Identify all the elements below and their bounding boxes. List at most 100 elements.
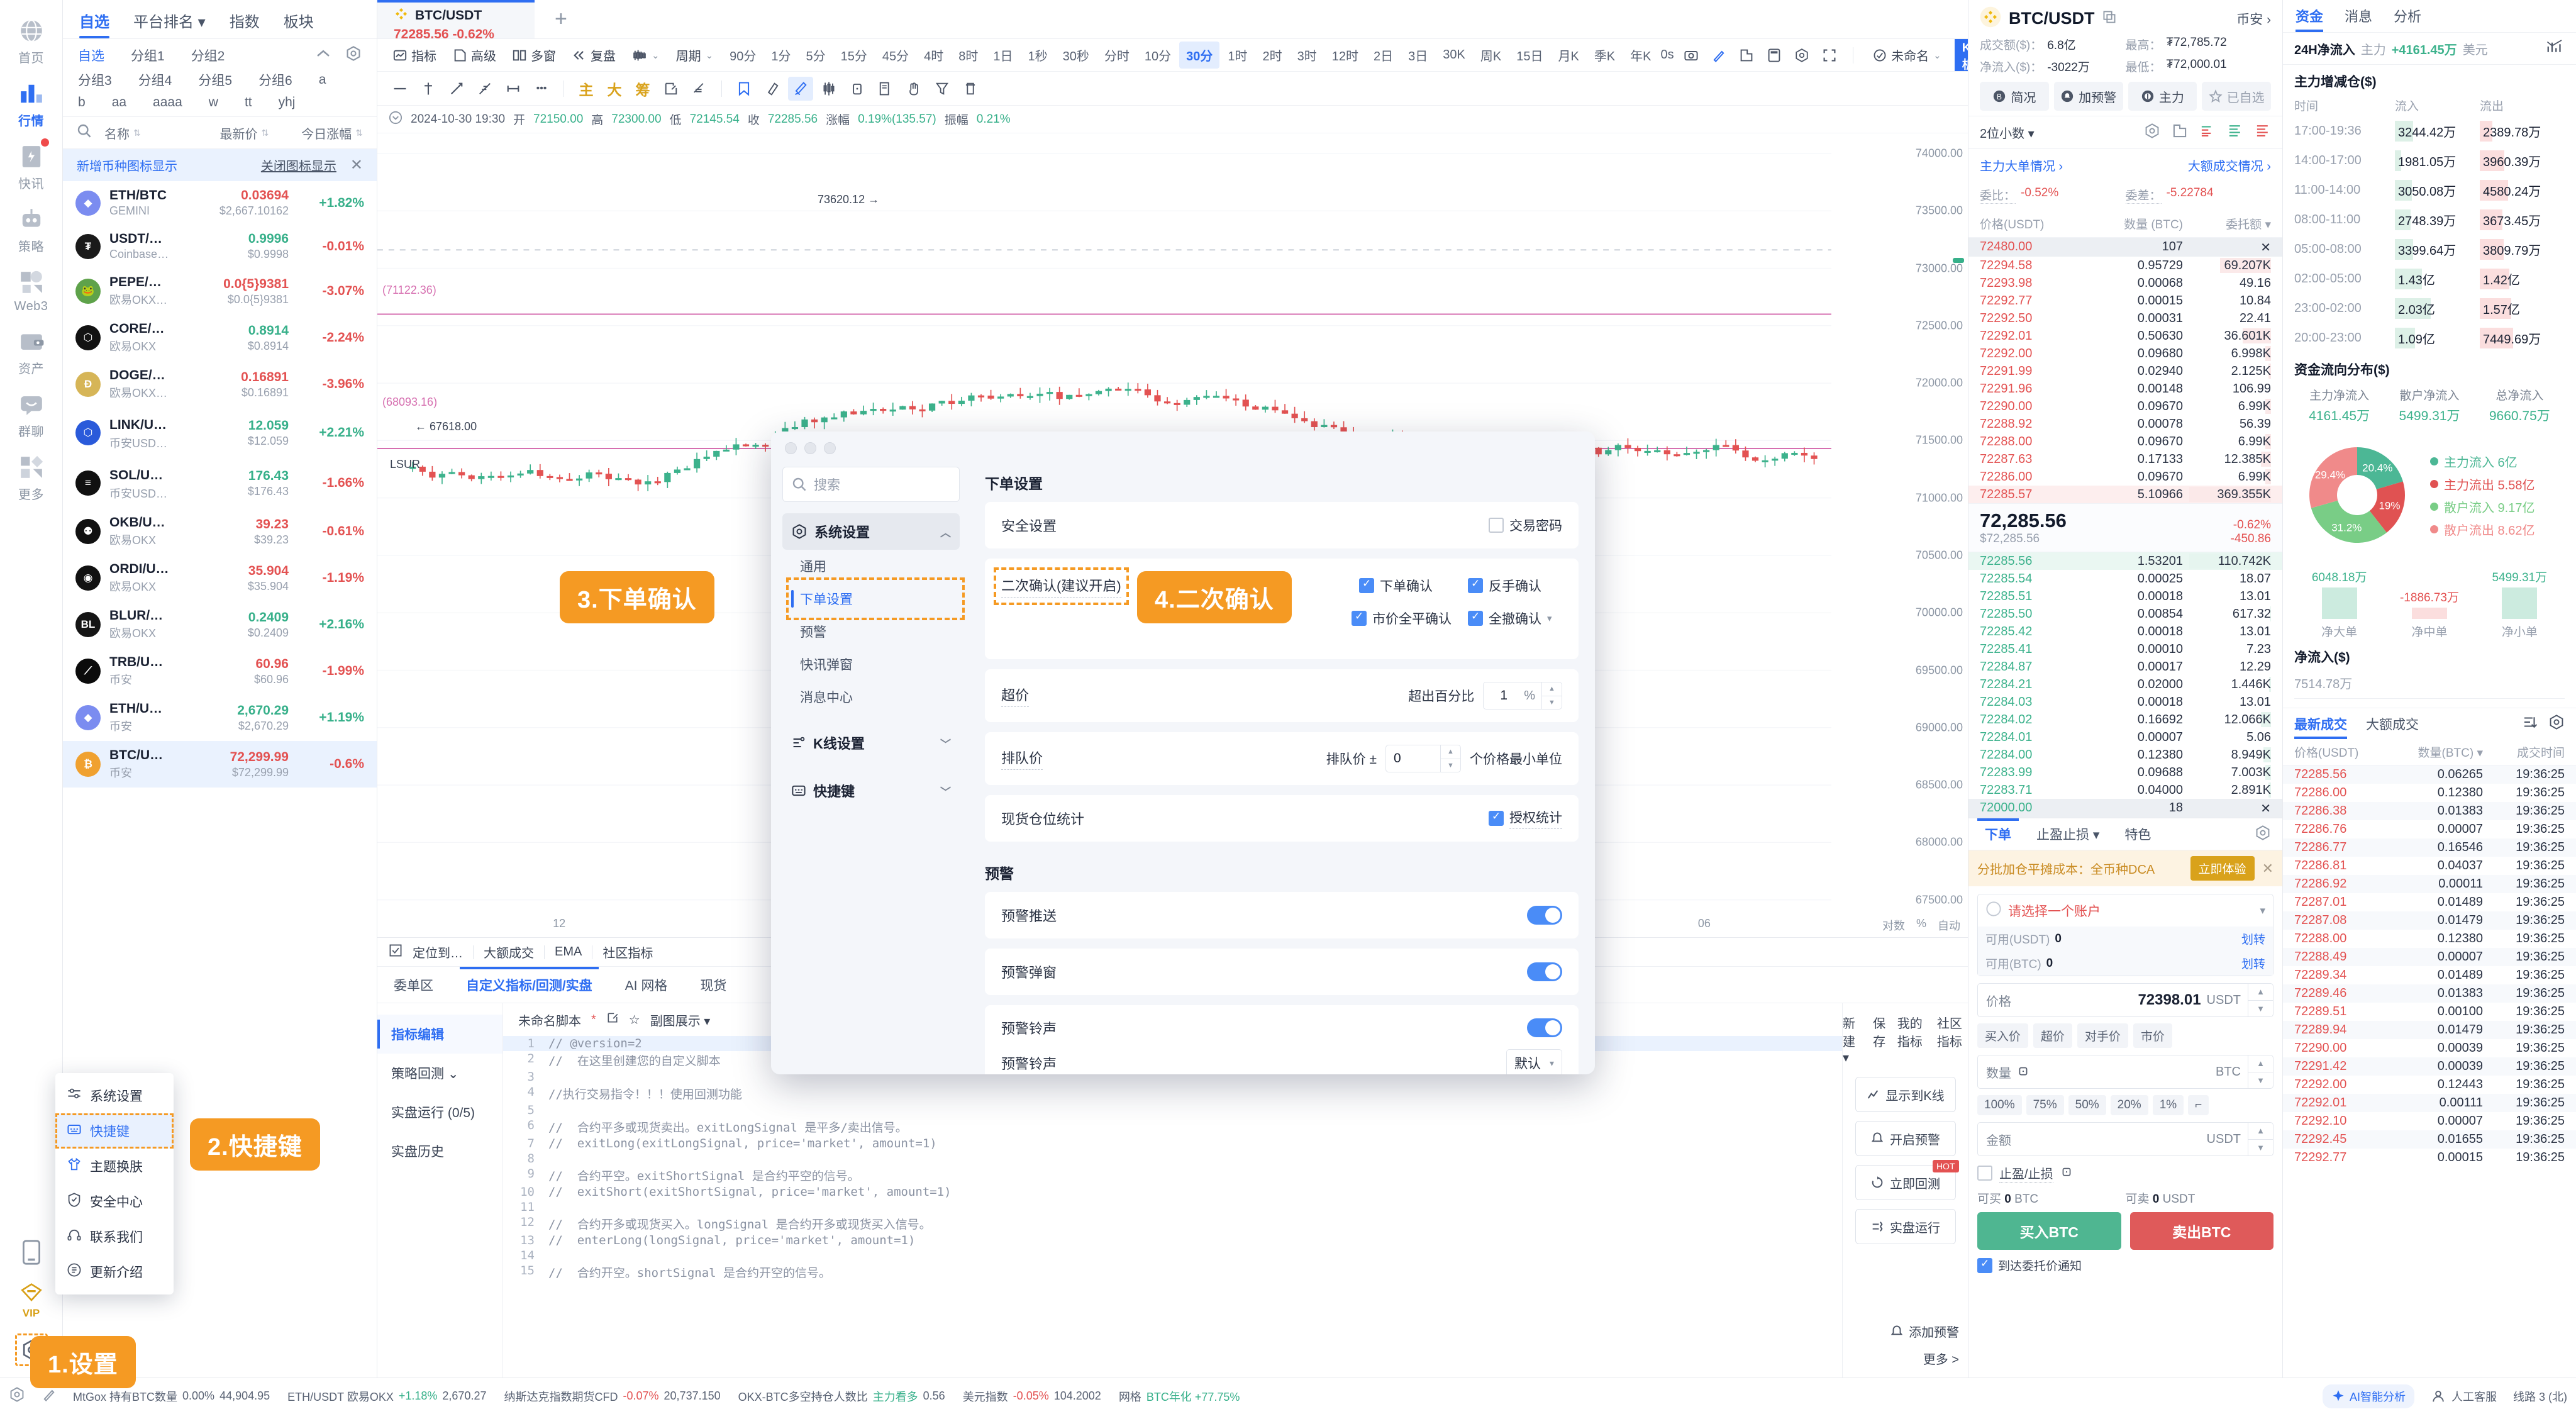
col-name[interactable]: 名称 (104, 124, 130, 142)
window-maximize-icon[interactable] (824, 442, 836, 454)
close-icon[interactable]: ✕ (350, 156, 363, 174)
timeframe-周K[interactable]: 周K (1474, 42, 1508, 69)
support-button[interactable]: 人工客服 (2431, 1388, 2497, 1405)
orderbook-row[interactable]: 72292.00 0.09680 6.998K (1968, 345, 2282, 362)
watchlist-tab-2[interactable]: 指数 (230, 9, 260, 38)
alert-popup-toggle[interactable] (1527, 962, 1562, 981)
bottom-tab-3[interactable]: 现货 (684, 967, 743, 1003)
watchlist-row[interactable]: ≡ SOL/USDT永续 币安USDT永续 176.43 $176.43 -1.… (63, 458, 377, 508)
orderbook-btn-1[interactable]: 加预警 (2053, 82, 2123, 111)
replay-button[interactable]: 复盘 (565, 42, 623, 68)
modal-subitem-3[interactable]: 快讯弹窗 (791, 648, 960, 681)
rail-item-5[interactable]: 资产 (0, 320, 63, 382)
orderbook-exchange[interactable]: 币安 › (2236, 9, 2271, 28)
trade-password-checkbox[interactable]: 交易密码 (1489, 516, 1562, 535)
overprice-input[interactable]: 1 % ▲ ▼ (1483, 682, 1562, 710)
script-btn-0[interactable]: 新建 ▾ (1843, 1013, 1864, 1066)
rail-item-7[interactable]: 更多 (0, 445, 63, 508)
price-chip-2[interactable]: 对手价 (2077, 1023, 2129, 1048)
timeframe-45分[interactable]: 45分 (875, 42, 916, 69)
promo-button[interactable]: 立即体验 (2190, 856, 2255, 881)
collapse-icon[interactable] (315, 48, 331, 62)
symbol-tab-btcusdt[interactable]: BTC/USDT 72285.56 -0.62% (377, 0, 535, 42)
price-down-icon[interactable]: ▼ (2248, 999, 2273, 1017)
overprice-up-icon[interactable]: ▲ (1542, 682, 1562, 696)
qty-lock-icon[interactable] (2017, 1064, 2029, 1080)
locate-icon[interactable] (389, 944, 402, 961)
watchlist-group-tt[interactable]: tt (245, 95, 252, 110)
watchlist-row[interactable]: Ð DOGE/USDT… 欧易OKX USD… 0.16891 $0.16891… (63, 361, 377, 408)
modal-subitem-1[interactable]: 下单设置 (786, 577, 965, 620)
order-settings-icon[interactable] (2255, 825, 2279, 844)
notify-row[interactable]: 到达委托价通知 (1977, 1257, 2273, 1274)
rail-item-6[interactable]: 群聊 (0, 382, 63, 445)
bottom-side-item-3[interactable]: 实盘历史 (377, 1132, 502, 1171)
timeframe-90分[interactable]: 90分 (723, 42, 763, 69)
watchlist-tab-0[interactable]: 自选 (79, 9, 109, 38)
tpsl-row[interactable]: 止盈/止损 (1977, 1164, 2273, 1183)
overprice-down-icon[interactable]: ▼ (1542, 695, 1562, 710)
bottom-side-item-2[interactable]: 实盘运行 (0/5) (377, 1093, 502, 1132)
bottom-tab-0[interactable]: 委单区 (377, 967, 450, 1003)
multiwindow-button[interactable]: 多窗 (506, 42, 563, 68)
timeframe-1分[interactable]: 1分 (764, 42, 797, 69)
orderbook-row[interactable]: 72293.98 0.00068 49.16 (1968, 274, 2282, 292)
script-btn-3[interactable]: 社区指标 (1937, 1013, 1968, 1066)
gear-icon[interactable] (1791, 43, 1813, 67)
price-input[interactable]: 价格 72398.01 USDT ▲ ▼ (1977, 983, 2273, 1017)
draw-pen-icon[interactable] (1708, 43, 1729, 67)
orderbook-row[interactable]: 72283.71 0.04000 2.891K (1968, 781, 2282, 799)
timeframe-8时[interactable]: 8时 (952, 42, 985, 69)
status-item-0[interactable]: MtGox 持有BTC数量 0.00% 44,904.95 (73, 1388, 270, 1405)
advanced-button[interactable]: 高级 (446, 42, 503, 68)
indicator-chip-0[interactable]: 定位到… (413, 943, 463, 961)
queue-down-icon[interactable]: ▼ (1441, 758, 1460, 772)
timeframe-1日[interactable]: 1日 (986, 42, 1019, 69)
big-order-icon[interactable]: 大 (602, 77, 627, 101)
decimals-dropdown[interactable]: 2位小数 ▾ (1980, 123, 2035, 142)
orderbook-row[interactable]: 72288.00 0.09670 6.99K (1968, 433, 2282, 450)
orderbook-row[interactable]: 72480.00 107 ✕ (1968, 238, 2282, 257)
orderbook-row[interactable]: 72284.87 0.00017 12.29 (1968, 658, 2282, 676)
camera-icon[interactable] (1680, 43, 1702, 67)
more-tools-icon[interactable]: ••• (529, 77, 554, 101)
order-tab-1[interactable]: 止盈止损 ▾ (2024, 818, 2112, 850)
timeframe-1时[interactable]: 1时 (1221, 42, 1254, 69)
modal-subitem-4[interactable]: 消息中心 (791, 681, 960, 713)
timeframe-15分[interactable]: 15分 (834, 42, 874, 69)
price-up-icon[interactable]: ▲ (2248, 984, 2273, 1000)
qty-down-icon[interactable]: ▼ (2248, 1071, 2273, 1089)
script-name[interactable]: 未命名脚本 (518, 1011, 581, 1029)
watchlist-group-分组5[interactable]: 分组5 (198, 70, 232, 89)
queue-input[interactable]: 0 ▲ ▼ (1385, 745, 1461, 772)
amount-input[interactable]: 金额 USDT ▲ ▼ (1977, 1122, 2273, 1156)
script-action-2[interactable]: 立即回测 HOT (1855, 1160, 1959, 1200)
view-bids-icon[interactable] (2227, 123, 2243, 142)
notify-checkbox[interactable] (1977, 1257, 1992, 1273)
watchlist-group-分组6[interactable]: 分组6 (258, 70, 292, 89)
pct-chip-1[interactable]: 75% (2026, 1095, 2064, 1115)
buy-button[interactable]: 买入BTC (1977, 1212, 2121, 1250)
timeframe-分时[interactable]: 分时 (1097, 42, 1136, 69)
trade-tab[interactable]: 最新成交 (2294, 708, 2347, 739)
main-force-orders-link[interactable]: 主力大单情况 › (1980, 156, 2063, 174)
rail-item-3[interactable]: 策略 (0, 198, 63, 260)
modal-subitem-0[interactable]: 通用 (791, 550, 960, 582)
group-settings-icon[interactable] (345, 45, 362, 65)
cancel-all-confirm-checkbox[interactable]: 全撤确认▾ (1468, 609, 1562, 628)
capital-tab-2[interactable]: 分析 (2394, 6, 2421, 32)
indicator-chip-3[interactable]: 社区指标 (602, 943, 653, 961)
bottom-tab-2[interactable]: AI 网格 (609, 967, 684, 1003)
watchlist-row[interactable]: ⬡ CORE/USDT 欧易OKX 0.8914 $0.8914 -2.24% (63, 315, 377, 361)
col-price[interactable]: 最新价 (220, 124, 258, 142)
indicator-chip-2[interactable]: EMA (555, 945, 582, 959)
watchlist-row[interactable]: ₿ BTC/USDT 币安 72,299.99 $72,299.99 -0.6% (63, 741, 377, 788)
qty-up-icon[interactable]: ▲ (2248, 1055, 2273, 1072)
large-trades-link[interactable]: 大额成交情况 › (2188, 156, 2271, 174)
rename-icon[interactable] (606, 1011, 619, 1028)
watchlist-row[interactable]: 🐸 PEPE/USDT… 欧易OKX USD… 0.0{5}9381 $0.0{… (63, 268, 377, 315)
view-asks-icon[interactable] (2255, 123, 2271, 142)
line-status[interactable]: 线路 3 (北) (2513, 1388, 2567, 1405)
watchlist-group-a[interactable]: a (319, 72, 326, 87)
watchlist-row[interactable]: ⟋ TRB/USDT 币安 60.96 $60.96 -1.99% (63, 648, 377, 694)
